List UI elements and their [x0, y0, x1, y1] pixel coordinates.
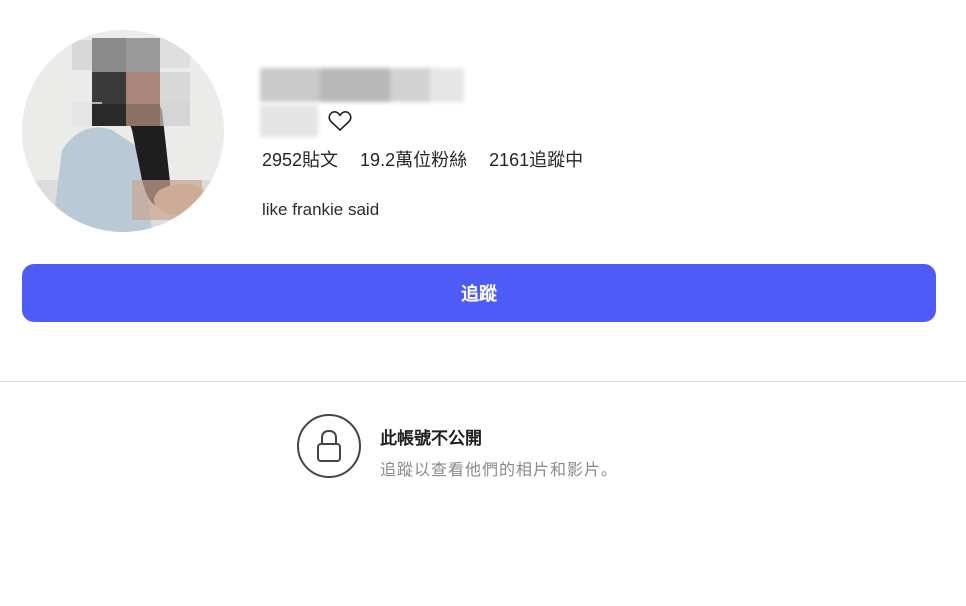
heart-outline-icon[interactable] — [328, 110, 352, 132]
posts-count[interactable]: 2952貼文 — [262, 146, 338, 172]
private-account-title: 此帳號不公開 — [380, 429, 482, 449]
private-account-subtitle: 追蹤以查看他們的相片和影片。 — [380, 460, 619, 479]
following-count[interactable]: 2161追蹤中 — [489, 146, 583, 172]
username-redacted — [260, 68, 464, 102]
handle-row — [260, 104, 352, 138]
handle-redacted — [260, 105, 318, 137]
lock-icon — [297, 414, 361, 478]
followers-count[interactable]: 19.2萬位粉絲 — [360, 146, 467, 172]
profile-stats: 2952貼文 19.2萬位粉絲 2161追蹤中 — [262, 146, 583, 172]
follow-button[interactable]: 追蹤 — [22, 264, 936, 322]
profile-bio: like frankie said — [262, 200, 380, 219]
avatar-image — [22, 30, 224, 232]
profile-avatar[interactable] — [22, 30, 224, 232]
section-divider — [0, 381, 966, 382]
